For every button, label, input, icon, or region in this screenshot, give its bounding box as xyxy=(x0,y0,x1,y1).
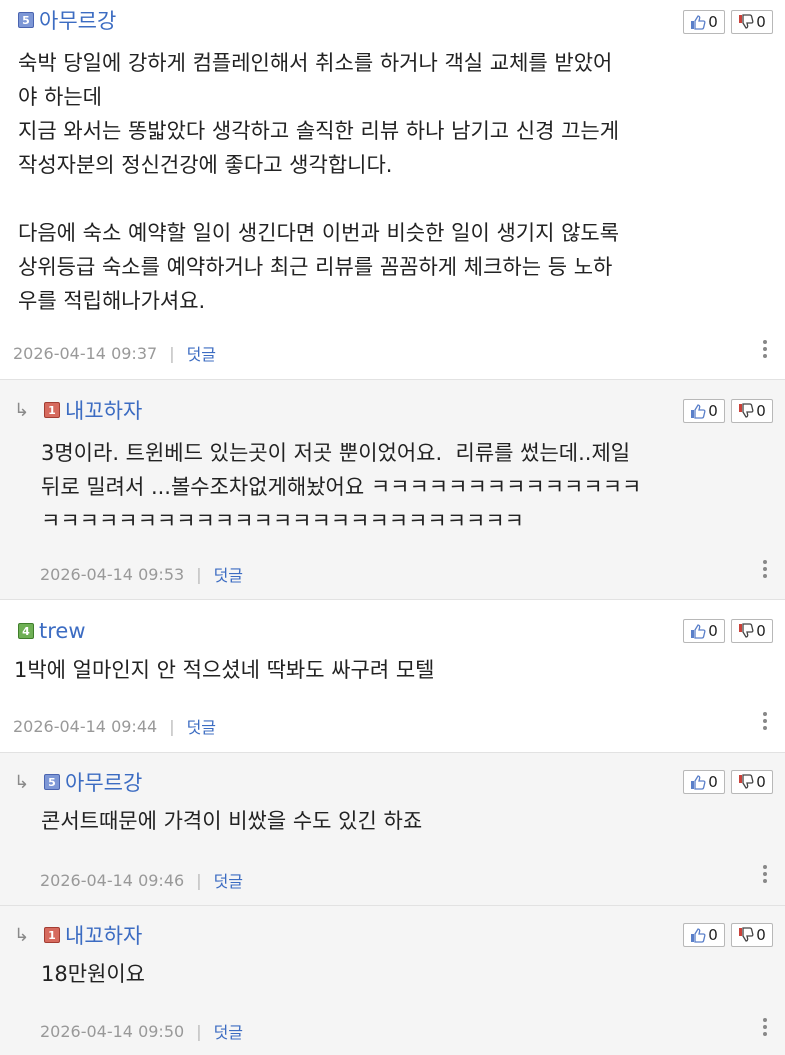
reply-arrow-icon: ↳ xyxy=(14,924,30,946)
more-vertical-icon[interactable] xyxy=(763,712,767,730)
reply-link[interactable]: 덧글 xyxy=(214,868,243,892)
vote-group: 0 0 xyxy=(683,923,773,947)
upvote-button[interactable]: 0 xyxy=(683,399,725,423)
comment-meta: 2026-04-14 09:44 | 덧글 xyxy=(13,714,216,738)
level-badge: 4 xyxy=(18,623,34,639)
comment-text: 콘서트때문에 가격이 비쌌을 수도 있긴 하죠 xyxy=(41,809,423,833)
upvote-count: 0 xyxy=(708,402,718,420)
meta-separator: | xyxy=(196,870,202,890)
reply-arrow-icon: ↳ xyxy=(14,399,30,421)
comment-reply: ↳ 1 내꼬하자 0 0 18만원이요 2026-04-14 09:50 | 덧… xyxy=(0,906,785,1055)
author-name[interactable]: 아무르강 xyxy=(39,5,116,35)
upvote-button[interactable]: 0 xyxy=(683,923,725,947)
comment-reply: ↳ 5 아무르강 0 0 콘서트때문에 가격이 비쌌을 수도 있긴 하죠 202… xyxy=(0,753,785,906)
thumbs-down-icon xyxy=(739,623,754,638)
vote-group: 0 0 xyxy=(683,399,773,423)
reply-arrow-icon: ↳ xyxy=(14,771,30,793)
upvote-button[interactable]: 0 xyxy=(683,619,725,643)
downvote-button[interactable]: 0 xyxy=(731,10,773,34)
thumbs-up-icon xyxy=(691,928,706,943)
meta-separator: | xyxy=(169,716,175,736)
downvote-button[interactable]: 0 xyxy=(731,923,773,947)
downvote-button[interactable]: 0 xyxy=(731,619,773,643)
comment-meta: 2026-04-14 09:50 | 덧글 xyxy=(40,1019,243,1043)
comment-date: 2026-04-14 09:44 xyxy=(13,716,158,736)
more-vertical-icon[interactable] xyxy=(763,340,767,358)
downvote-button[interactable]: 0 xyxy=(731,399,773,423)
vote-group: 0 0 xyxy=(683,10,773,34)
comment-text: 숙박 당일에 강하게 컴플레인해서 취소를 하거나 객실 교체를 받았어 야 하… xyxy=(18,51,620,313)
reply-link[interactable]: 덧글 xyxy=(187,714,216,738)
comment-meta: 2026-04-14 09:53 | 덧글 xyxy=(40,562,243,586)
thumbs-down-icon xyxy=(739,403,754,418)
downvote-count: 0 xyxy=(756,402,766,420)
comment-date: 2026-04-14 09:37 xyxy=(13,343,158,363)
more-vertical-icon[interactable] xyxy=(763,865,767,883)
reply-link[interactable]: 덧글 xyxy=(187,341,216,365)
comment-text: 1박에 얼마인지 안 적으셨네 딱봐도 싸구려 모텔 xyxy=(14,658,435,682)
upvote-count: 0 xyxy=(708,926,718,944)
thumbs-up-icon xyxy=(691,404,706,419)
comment-header: ↳ 1 내꼬하자 0 0 xyxy=(14,920,773,950)
thumbs-up-icon xyxy=(691,775,706,790)
thumbs-down-icon xyxy=(739,774,754,789)
comment-reply: ↳ 1 내꼬하자 0 0 3명이라. 트윈베드 있는곳이 저곳 뿐이었어요. 리… xyxy=(0,380,785,600)
upvote-count: 0 xyxy=(708,622,718,640)
comment-text: 18만원이요 xyxy=(41,962,146,986)
comment-meta: 2026-04-14 09:37 | 덧글 xyxy=(13,341,216,365)
vote-group: 0 0 xyxy=(683,770,773,794)
downvote-count: 0 xyxy=(756,622,766,640)
comment-meta: 2026-04-14 09:46 | 덧글 xyxy=(40,868,243,892)
thumbs-down-icon xyxy=(739,14,754,29)
thumbs-up-icon xyxy=(691,624,706,639)
comment: 4 trew 0 0 1박에 얼마인지 안 적으셨네 딱봐도 싸구려 모텔 20… xyxy=(0,600,785,753)
level-badge: 1 xyxy=(44,402,60,418)
meta-separator: | xyxy=(196,564,202,584)
comment-header: 4 trew 0 0 xyxy=(18,619,773,643)
comment-date: 2026-04-14 09:53 xyxy=(40,564,185,584)
more-vertical-icon[interactable] xyxy=(763,560,767,578)
comment-header: ↳ 1 내꼬하자 0 0 xyxy=(14,395,773,425)
upvote-button[interactable]: 0 xyxy=(683,10,725,34)
thumbs-up-icon xyxy=(691,15,706,30)
comment: 5 아무르강 0 0 숙박 당일에 강하게 컴플레인해서 취소를 하거나 객실 … xyxy=(0,0,785,380)
level-badge: 5 xyxy=(44,774,60,790)
meta-separator: | xyxy=(196,1021,202,1041)
downvote-count: 0 xyxy=(756,13,766,31)
reply-link[interactable]: 덧글 xyxy=(214,562,243,586)
more-vertical-icon[interactable] xyxy=(763,1018,767,1036)
downvote-button[interactable]: 0 xyxy=(731,770,773,794)
upvote-count: 0 xyxy=(708,13,718,31)
author-name[interactable]: 내꼬하자 xyxy=(65,395,142,425)
comment-header: 5 아무르강 0 0 xyxy=(18,5,773,35)
upvote-button[interactable]: 0 xyxy=(683,770,725,794)
upvote-count: 0 xyxy=(708,773,718,791)
vote-group: 0 0 xyxy=(683,619,773,643)
comment-header: ↳ 5 아무르강 0 0 xyxy=(14,767,773,797)
comment-text: 3명이라. 트윈베드 있는곳이 저곳 뿐이었어요. 리류를 썼는데..제일 뒤로… xyxy=(41,441,642,533)
level-badge: 1 xyxy=(44,927,60,943)
downvote-count: 0 xyxy=(756,926,766,944)
reply-link[interactable]: 덧글 xyxy=(214,1019,243,1043)
downvote-count: 0 xyxy=(756,773,766,791)
author-name[interactable]: trew xyxy=(39,619,86,643)
comment-date: 2026-04-14 09:46 xyxy=(40,870,185,890)
level-badge: 5 xyxy=(18,12,34,28)
author-name[interactable]: 아무르강 xyxy=(65,767,142,797)
meta-separator: | xyxy=(169,343,175,363)
thumbs-down-icon xyxy=(739,927,754,942)
comment-date: 2026-04-14 09:50 xyxy=(40,1021,185,1041)
author-name[interactable]: 내꼬하자 xyxy=(65,920,142,950)
